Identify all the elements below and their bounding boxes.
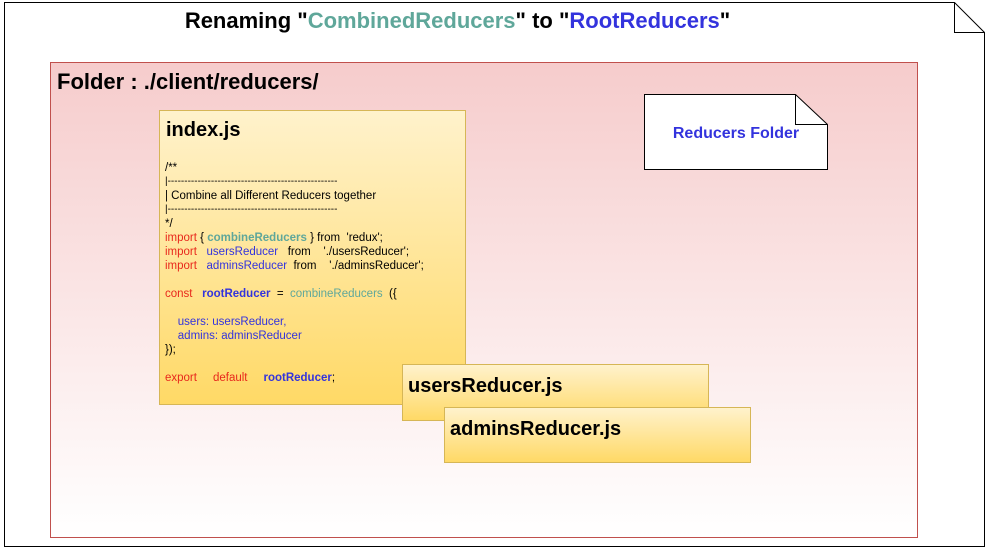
new-name: RootReducers bbox=[569, 8, 720, 33]
code-import-users: import usersReducer from './usersReducer… bbox=[165, 246, 410, 258]
index-file-name: index.js bbox=[166, 119, 241, 141]
old-name: CombinedReducers bbox=[307, 8, 516, 33]
code-import-admins: import adminsReducer from './adminsReduc… bbox=[165, 260, 424, 272]
code-import-combine: import { combineReducers } from 'redux'; bbox=[165, 232, 383, 244]
code-users-entry: users: usersReducer, bbox=[165, 316, 287, 328]
code-comment-1: /** bbox=[165, 162, 178, 174]
code-export: export default rootReducer; bbox=[165, 372, 336, 384]
code-close: }); bbox=[165, 344, 176, 356]
code-comment-4: |---------------------------------------… bbox=[165, 204, 338, 215]
reducers-folder-label: Reducers Folder bbox=[672, 125, 800, 142]
code-admins-entry: admins: adminsReducer bbox=[165, 330, 302, 342]
diagram-title: Renaming "CombinedReducers" to "RootRedu… bbox=[184, 8, 731, 33]
code-root-reducer: const rootReducer = combineReducers ({ bbox=[165, 288, 397, 300]
code-comment-3: | Combine all Different Reducers togethe… bbox=[165, 190, 377, 202]
code-comment-5: */ bbox=[165, 218, 173, 230]
code-comment-2: |---------------------------------------… bbox=[165, 176, 338, 187]
admins-reducer-label: adminsReducer.js bbox=[450, 418, 622, 440]
folder-label: Folder : ./client/reducers/ bbox=[57, 69, 319, 94]
users-reducer-label: usersReducer.js bbox=[408, 375, 563, 397]
